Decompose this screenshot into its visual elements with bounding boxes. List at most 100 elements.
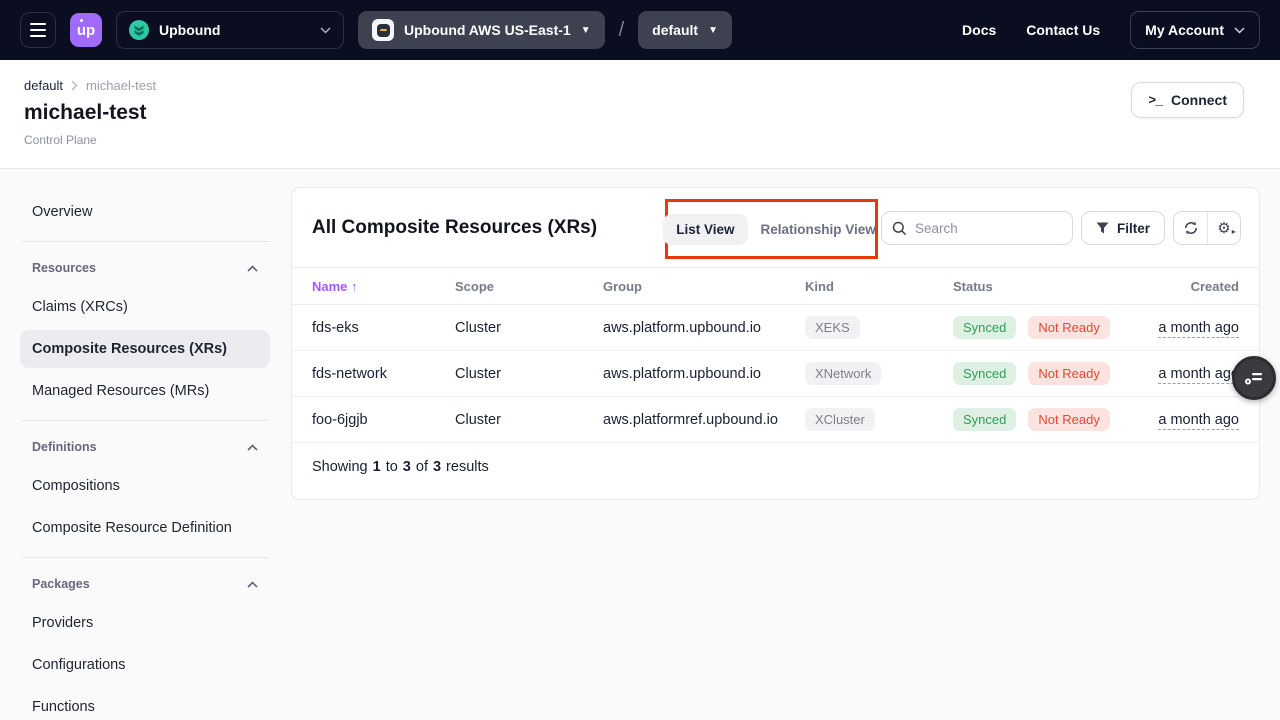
search-icon	[892, 221, 907, 236]
resources-table: Name ↑ Scope Group Kind Status Created f…	[292, 267, 1259, 490]
cell-group: aws.platformref.upbound.io	[603, 412, 805, 428]
column-header-scope[interactable]: Scope	[455, 279, 603, 294]
cell-name[interactable]: fds-network	[312, 366, 455, 382]
sidebar-item-composite-resources[interactable]: Composite Resources (XRs)	[20, 330, 270, 368]
panel-title: All Composite Resources (XRs)	[312, 217, 597, 239]
sidebar-divider	[22, 420, 268, 421]
not-ready-badge: Not Ready	[1028, 316, 1109, 339]
table-row[interactable]: fds-network Cluster aws.platform.upbound…	[292, 351, 1259, 397]
breadcrumb-root[interactable]: default	[24, 78, 63, 93]
group-switcher[interactable]: default ▼	[638, 11, 732, 49]
dropdown-triangle-icon: ▼	[581, 25, 591, 36]
results-total: 3	[433, 459, 441, 475]
results-summary: Showing 1 to 3 of 3 results	[292, 443, 1259, 490]
sidebar: Overview Resources Claims (XRCs) Composi…	[20, 187, 270, 720]
my-account-label: My Account	[1145, 22, 1224, 38]
connect-button[interactable]: >_ Connect	[1131, 82, 1244, 118]
docs-link[interactable]: Docs	[962, 22, 996, 38]
cell-created: a month ago	[1140, 412, 1239, 428]
page-title: michael-test	[24, 101, 1248, 125]
search-input[interactable]	[915, 221, 1055, 236]
sidebar-section-definitions[interactable]: Definitions	[20, 431, 270, 463]
sort-ascending-icon: ↑	[351, 279, 358, 294]
filter-label: Filter	[1117, 221, 1150, 236]
not-ready-badge: Not Ready	[1028, 408, 1109, 431]
sidebar-item-composite-resource-definition[interactable]: Composite Resource Definition	[20, 509, 270, 547]
annotation-highlight-box: List View Relationship View	[665, 199, 878, 259]
control-plane-label: Upbound AWS US-East-1	[404, 22, 571, 38]
survey-list-icon	[1244, 369, 1264, 387]
hamburger-menu-button[interactable]	[20, 12, 56, 48]
sidebar-item-functions[interactable]: Functions	[20, 688, 270, 720]
sidebar-section-resources[interactable]: Resources	[20, 252, 270, 284]
filter-funnel-icon	[1096, 222, 1109, 234]
sidebar-item-compositions[interactable]: Compositions	[20, 467, 270, 505]
contact-us-link[interactable]: Contact Us	[1026, 22, 1100, 38]
sidebar-item-configurations[interactable]: Configurations	[20, 646, 270, 684]
list-view-tab[interactable]: List View	[663, 214, 747, 245]
cell-scope: Cluster	[455, 412, 603, 428]
table-actions-group: ⚙	[1173, 211, 1241, 245]
sidebar-divider	[22, 557, 268, 558]
column-header-kind[interactable]: Kind	[805, 279, 953, 294]
cell-kind: XNetwork	[805, 362, 953, 385]
kind-badge: XNetwork	[805, 362, 881, 385]
synced-badge: Synced	[953, 316, 1016, 339]
breadcrumb: default michael-test	[24, 78, 1248, 93]
column-header-status[interactable]: Status	[953, 279, 1140, 294]
cell-created: a month ago	[1140, 320, 1239, 336]
chevron-up-icon	[247, 265, 258, 272]
sidebar-item-managed-resources[interactable]: Managed Resources (MRs)	[20, 372, 270, 410]
cell-name[interactable]: fds-eks	[312, 320, 455, 336]
not-ready-badge: Not Ready	[1028, 362, 1109, 385]
cell-scope: Cluster	[455, 366, 603, 382]
chevron-down-icon	[1234, 27, 1245, 34]
hamburger-icon	[30, 23, 46, 25]
sidebar-item-claims[interactable]: Claims (XRCs)	[20, 288, 270, 326]
created-tooltip-text[interactable]: a month ago	[1158, 320, 1239, 338]
auto-refresh-settings-button[interactable]: ⚙	[1207, 212, 1240, 244]
top-navbar: up Upbound Upbound AWS US-East-1 ▼ / def…	[0, 0, 1280, 60]
breadcrumb-leaf: michael-test	[86, 78, 156, 93]
feedback-widget-button[interactable]	[1232, 356, 1276, 400]
column-header-name[interactable]: Name ↑	[312, 279, 455, 294]
results-to: 3	[403, 459, 411, 475]
column-header-group[interactable]: Group	[603, 279, 805, 294]
breadcrumb-chevron-icon	[71, 80, 78, 91]
relationship-view-tab[interactable]: Relationship View	[752, 214, 880, 245]
refresh-icon	[1183, 220, 1199, 236]
terminal-icon: >_	[1148, 93, 1162, 108]
created-tooltip-text[interactable]: a month ago	[1158, 366, 1239, 384]
chevron-down-icon	[320, 27, 331, 34]
cell-status: Synced Not Ready	[953, 362, 1140, 385]
sidebar-section-packages[interactable]: Packages	[20, 568, 270, 600]
sidebar-item-providers[interactable]: Providers	[20, 604, 270, 642]
table-row[interactable]: fds-eks Cluster aws.platform.upbound.io …	[292, 305, 1259, 351]
org-avatar-icon	[129, 20, 149, 40]
filter-button[interactable]: Filter	[1081, 211, 1165, 245]
path-separator: /	[619, 19, 625, 42]
my-account-menu[interactable]: My Account	[1130, 11, 1260, 49]
upbound-logo[interactable]: up	[70, 13, 102, 47]
column-header-created[interactable]: Created	[1140, 279, 1239, 294]
cell-name[interactable]: foo-6jgjb	[312, 412, 455, 428]
search-box	[881, 211, 1073, 245]
sidebar-item-overview[interactable]: Overview	[20, 193, 270, 231]
page-subtitle: Control Plane	[24, 133, 1248, 147]
dropdown-triangle-icon: ▼	[708, 25, 718, 36]
cell-status: Synced Not Ready	[953, 316, 1140, 339]
refresh-button[interactable]	[1174, 212, 1207, 244]
kind-badge: XCluster	[805, 408, 875, 431]
organization-switcher[interactable]: Upbound	[116, 11, 344, 49]
chevron-up-icon	[247, 581, 258, 588]
cell-group: aws.platform.upbound.io	[603, 366, 805, 382]
cell-scope: Cluster	[455, 320, 603, 336]
control-plane-switcher[interactable]: Upbound AWS US-East-1 ▼	[358, 11, 605, 49]
cell-status: Synced Not Ready	[953, 408, 1140, 431]
sidebar-divider	[22, 241, 268, 242]
created-tooltip-text[interactable]: a month ago	[1158, 412, 1239, 430]
group-label: default	[652, 22, 698, 38]
table-row[interactable]: foo-6jgjb Cluster aws.platformref.upboun…	[292, 397, 1259, 443]
connect-label: Connect	[1171, 92, 1227, 108]
page-header: default michael-test michael-test Contro…	[0, 60, 1280, 169]
